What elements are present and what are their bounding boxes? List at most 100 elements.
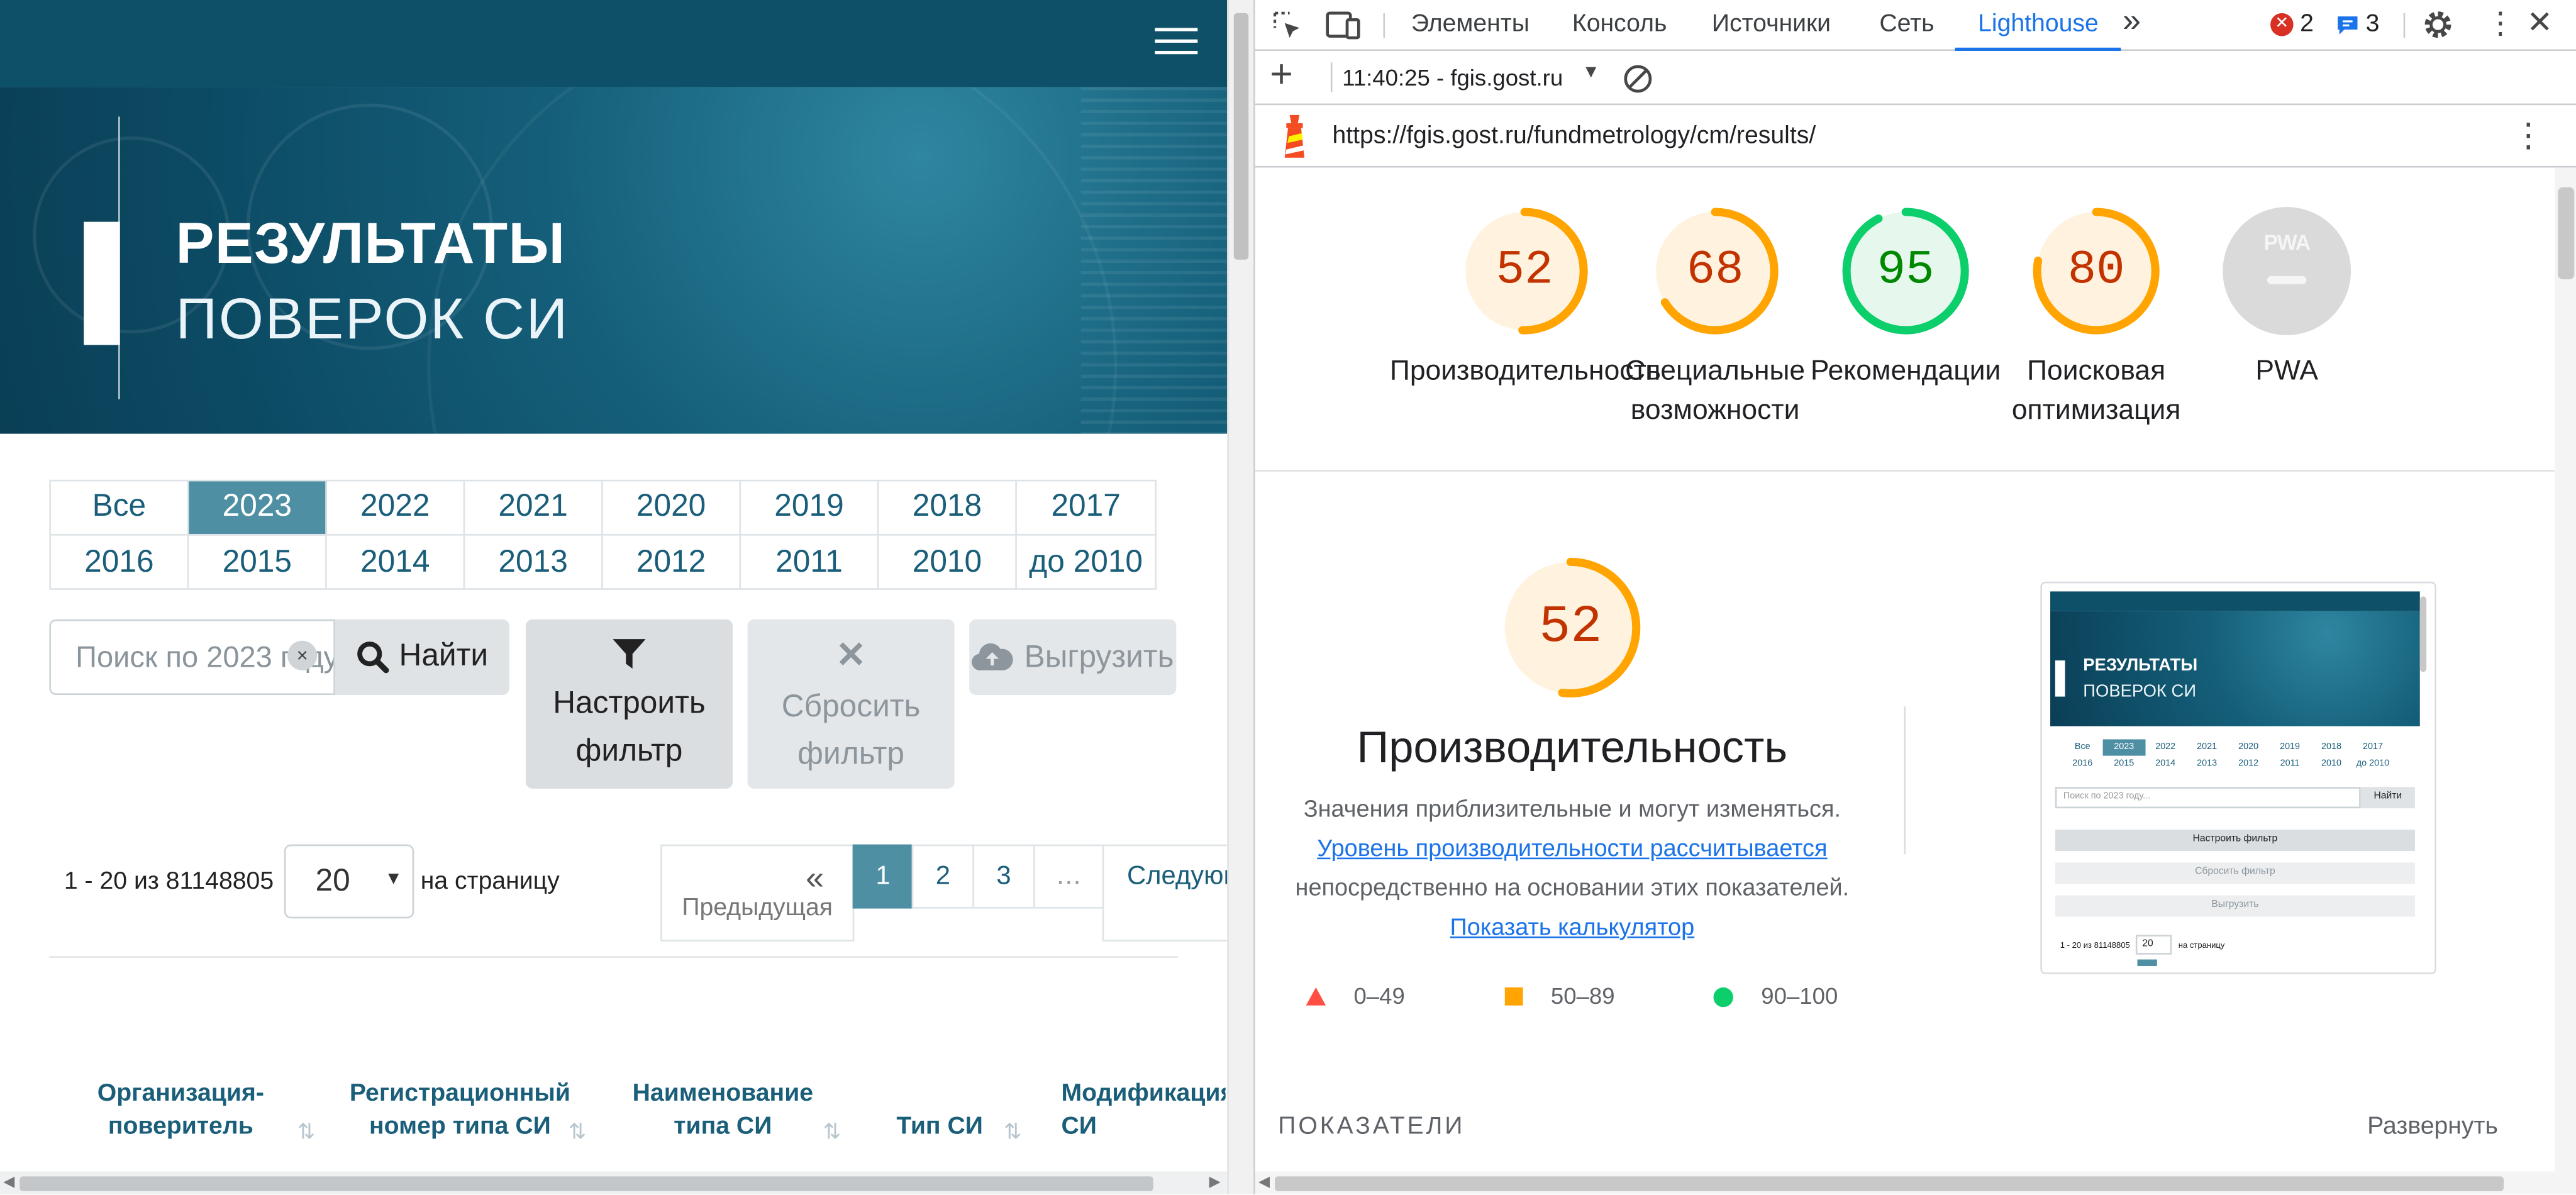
sort-icon[interactable]: ⇅ [297, 1119, 315, 1145]
report-menu-icon[interactable]: ⋮ [2512, 115, 2545, 156]
sort-icon[interactable]: ⇅ [1004, 1119, 1021, 1145]
inspect-element-icon[interactable] [1272, 10, 1304, 43]
reset-filter-button[interactable]: ✕ Сбросить фильтр [747, 619, 955, 789]
score-best-practices: 95 [1877, 243, 1935, 297]
horizontal-scrollbar[interactable]: ◀ ▶ [0, 1171, 1228, 1195]
page-3[interactable]: 3 [972, 844, 1035, 909]
close-devtools-icon[interactable]: ✕ [2527, 5, 2553, 43]
chevron-down-icon: ▼ [384, 869, 402, 889]
lighthouse-toolbar: + 11:40:25 - fgis.gost.ru ▼ [1255, 51, 2576, 106]
scrollbar-thumb[interactable] [2558, 187, 2575, 280]
code-texture [1080, 87, 1228, 434]
score-performance: 52 [1496, 243, 1553, 297]
thumb-year-cell: до 2010 [2356, 759, 2390, 769]
thumb-year-cell: 2023 [2103, 739, 2145, 756]
tab-elements[interactable]: Элементы [1411, 0, 1530, 51]
year-2019[interactable]: 2019 [741, 481, 879, 536]
year-2016[interactable]: 2016 [51, 535, 189, 590]
new-report-plus-icon[interactable]: + [1270, 53, 1293, 99]
scroll-right-icon[interactable]: ▶ [1209, 1173, 1221, 1191]
year-2013[interactable]: 2013 [465, 535, 603, 590]
gauge-seo[interactable]: 80 [2032, 207, 2160, 335]
performance-description: Значения приблизительные и могут изменят… [1288, 790, 1857, 948]
page-1[interactable]: 1 [852, 844, 914, 909]
lighthouse-logo-icon [1284, 114, 1305, 158]
label-seo: Поисковая оптимизация [2011, 355, 2181, 426]
divider [1904, 706, 1906, 855]
thumb-per-label: на страницу [2178, 941, 2225, 952]
year-before-2010[interactable]: до 2010 [1017, 536, 1155, 590]
tab-console[interactable]: Консоль [1572, 0, 1667, 51]
year-2015[interactable]: 2015 [189, 535, 327, 590]
page-screenshot-thumbnail[interactable]: РЕЗУЛЬТАТЫ ПОВЕРОК СИ Все 2023 2022 2021 202… [2040, 581, 2436, 975]
scroll-left-icon[interactable]: ◀ [3, 1173, 14, 1191]
scrollbar-thumb[interactable] [19, 1176, 1153, 1191]
gauge-best-practices[interactable]: 95 [1841, 207, 1970, 335]
error-icon[interactable]: ✕ [2270, 13, 2294, 36]
year-all[interactable]: Все [50, 481, 189, 536]
year-2014[interactable]: 2014 [327, 535, 465, 590]
year-2010[interactable]: 2010 [879, 535, 1017, 590]
double-chevron-left-icon: « [806, 860, 824, 898]
prev-page-button[interactable]: « Предыдущая [660, 844, 855, 942]
year-2012[interactable]: 2012 [603, 535, 741, 590]
calculator-link[interactable]: Показать калькулятор [1450, 915, 1695, 942]
sort-icon[interactable]: ⇅ [823, 1119, 841, 1145]
clear-search-icon[interactable]: × [287, 640, 318, 670]
sort-icon[interactable]: ⇅ [569, 1119, 586, 1145]
thumb-year-cell: 2015 [2114, 759, 2135, 769]
col-header-type[interactable]: Тип СИ [894, 1111, 985, 1143]
page-2[interactable]: 2 [911, 844, 975, 909]
thumb-year-cell: 2014 [2155, 759, 2176, 769]
thumb-year-cell: Все [2074, 742, 2090, 753]
col-header-organization[interactable]: Организация-поверитель [82, 1078, 279, 1143]
thumb-export: Выгрузить [2055, 895, 2415, 917]
year-2018[interactable]: 2018 [879, 481, 1017, 536]
scrollbar-thumb[interactable] [1275, 1176, 2504, 1191]
gauge-accessibility[interactable]: 68 [1651, 207, 1779, 335]
clear-report-icon[interactable] [1621, 62, 1654, 95]
year-2023[interactable]: 2023 [189, 481, 327, 536]
configure-filter-button[interactable]: Настроить фильтр [525, 619, 733, 789]
col-header-reg-number[interactable]: Регистрационный номер типа СИ [348, 1078, 572, 1143]
devtools-panel: Элементы Консоль Источники Сеть Lighthou… [1253, 0, 2576, 1195]
devtools-horizontal-scrollbar[interactable]: ◀ [1255, 1171, 2555, 1195]
more-tabs-icon[interactable]: » [2123, 0, 2141, 51]
menu-icon[interactable] [1155, 28, 1198, 57]
label-performance: Производительность [1389, 355, 1661, 386]
chevron-down-icon[interactable]: ▼ [1582, 62, 1600, 82]
page-vertical-scrollbar[interactable] [1227, 0, 1254, 1195]
device-toolbar-icon[interactable] [1326, 8, 1362, 41]
devtools-vertical-scrollbar[interactable] [2554, 167, 2576, 1195]
tab-lighthouse[interactable]: Lighthouse [1955, 0, 2122, 51]
year-2017[interactable]: 2017 [1016, 481, 1155, 536]
search-icon [357, 642, 389, 674]
year-2020[interactable]: 2020 [602, 481, 741, 536]
year-2022[interactable]: 2022 [326, 481, 465, 536]
per-page-select[interactable]: 20 ▼ [284, 844, 414, 919]
report-select[interactable]: 11:40:25 - fgis.gost.ru [1342, 64, 1563, 91]
settings-gear-icon[interactable] [2421, 8, 2454, 41]
col-header-type-name[interactable]: Наименование типа СИ [625, 1078, 821, 1143]
tab-network[interactable]: Сеть [1879, 0, 1934, 51]
scroll-left-icon[interactable]: ◀ [1258, 1173, 1270, 1191]
export-button[interactable]: Выгрузить [969, 619, 1177, 695]
gauge-performance[interactable]: 52 [1460, 207, 1589, 335]
col-header-modification[interactable]: Модификация СИ [1061, 1078, 1225, 1147]
tab-sources[interactable]: Источники [1712, 0, 1831, 51]
thumb-year-cell: 2011 [2280, 759, 2300, 769]
more-options-icon[interactable]: ⋮ [2485, 6, 2515, 41]
desc-text: непосредственно на основании этих показа… [1295, 875, 1850, 903]
scoring-link[interactable]: Уровень производительности рассчитываетс… [1317, 836, 1827, 863]
next-page-button[interactable]: Следующая [1102, 844, 1228, 942]
reset-filter-label: Сбросить фильтр [781, 690, 921, 772]
find-button[interactable]: Найти [335, 619, 509, 695]
expand-view-button[interactable]: Развернуть [2367, 1112, 2498, 1140]
scrollbar-thumb[interactable] [1233, 13, 1249, 260]
gauge-pwa[interactable]: PWA [2223, 207, 2351, 335]
prev-page-label: Предыдущая [682, 894, 833, 922]
year-2011[interactable]: 2011 [741, 535, 879, 590]
page-ellipsis: … [1033, 844, 1104, 909]
year-2021[interactable]: 2021 [465, 481, 603, 536]
message-icon[interactable] [2336, 15, 2360, 36]
